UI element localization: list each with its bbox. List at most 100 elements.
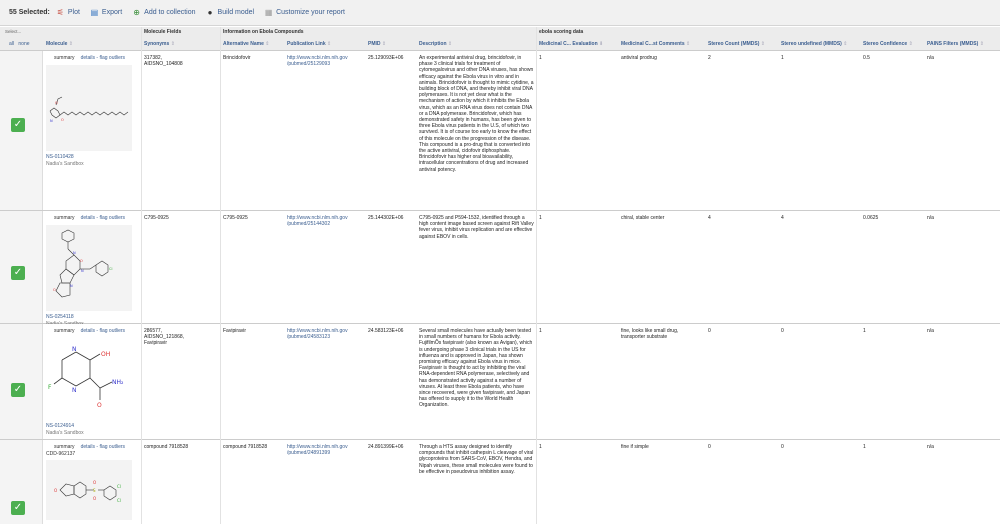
group-ebola-scoring: ebola scoring data xyxy=(539,29,584,35)
svg-text:N: N xyxy=(70,284,73,288)
details-link[interactable]: details - flag outliers xyxy=(81,444,125,450)
svg-text:S: S xyxy=(93,488,96,493)
col-stereo-confidence[interactable]: Stereo Confidence ⇕ xyxy=(860,38,924,50)
col-description[interactable]: Description ⇕ xyxy=(416,38,536,50)
description-cell: An experimental antiviral drug, brincido… xyxy=(419,55,534,173)
col-stereo-undefined[interactable]: Stereo undefined (MMDS) ⇕ xyxy=(778,38,860,50)
synonyms-cell: C795-0925 xyxy=(144,215,169,221)
plot-button[interactable]: ⚟ Plot xyxy=(56,8,80,17)
med-comments-cell: fine, looks like small drug, transporter… xyxy=(621,328,679,341)
col-molecule[interactable]: Molecule ⇕ xyxy=(43,38,141,50)
compound-id[interactable]: NS-0110428 xyxy=(46,154,138,160)
svg-text:OH: OH xyxy=(101,351,110,358)
alt-name-cell: Brincidofovir xyxy=(223,55,251,61)
table-row: ✓ summary details - flag outliers O O N N… xyxy=(0,51,1000,211)
pains-cell: n/a xyxy=(927,328,934,334)
select-label: Select... xyxy=(5,29,22,34)
row-checkbox[interactable]: ✓ xyxy=(11,118,25,132)
svg-text:Cl: Cl xyxy=(117,498,121,503)
add-to-collection-button[interactable]: ⊕ Add to collection xyxy=(132,8,195,17)
svg-text:O: O xyxy=(61,118,64,122)
pains-cell: n/a xyxy=(927,215,934,221)
selected-count: 55 Selected: xyxy=(9,9,50,16)
svg-text:Cl: Cl xyxy=(117,484,121,489)
col-pains[interactable]: PAINS Filters (MMDS) ⇕ xyxy=(924,38,1000,50)
details-link[interactable]: details - flag outliers xyxy=(81,215,125,221)
summary-link[interactable]: summary xyxy=(54,55,75,61)
pub-link[interactable]: http://www.ncbi.nlm.nih.gov /pubmed/2458… xyxy=(284,328,348,340)
description-cell: C795-0925 and P594-1532, identified thro… xyxy=(419,215,534,240)
export-button[interactable]: ▤ Export xyxy=(90,8,123,17)
stereo-count-cell: 2 xyxy=(708,55,711,61)
compound-id[interactable]: NS-0254118 xyxy=(46,314,138,320)
customize-report-button[interactable]: ▦ Customize your report xyxy=(264,8,345,17)
build-model-button[interactable]: ● Build model xyxy=(206,8,255,17)
molecule-structure[interactable]: O S O O Cl Cl xyxy=(46,460,132,520)
table-row: ✓ summary details - flag outliers N O N … xyxy=(0,211,1000,327)
summary-link[interactable]: summary xyxy=(54,215,75,221)
svg-text:N: N xyxy=(81,269,84,273)
toolbar: 55 Selected: ⚟ Plot ▤ Export ⊕ Add to colle… xyxy=(0,0,1000,26)
svg-text:O: O xyxy=(93,496,96,501)
details-link[interactable]: details - flag outliers xyxy=(81,55,125,61)
build-model-icon: ● xyxy=(207,8,213,17)
row-checkbox[interactable]: ✓ xyxy=(11,266,25,280)
alt-name-cell: compound 7918528 xyxy=(223,444,268,450)
row-checkbox[interactable]: ✓ xyxy=(11,501,25,515)
col-med-eval[interactable]: Medicinal C... Evaluation ⬇ xyxy=(536,38,618,50)
col-med-comments[interactable]: Medicinal C...st Comments ⇕ xyxy=(618,38,705,50)
pub-link[interactable]: http://www.ncbi.nlm.nih.gov /pubmed/2512… xyxy=(284,55,348,67)
svg-text:O: O xyxy=(97,402,102,409)
compound-id[interactable]: NS-0124914 xyxy=(46,423,138,429)
pub-link[interactable]: http://www.ncbi.nlm.nih.gov /pubmed/2514… xyxy=(284,215,348,227)
export-icon: ▤ xyxy=(90,8,99,17)
summary-link[interactable]: summary xyxy=(54,444,75,450)
synonyms-cell: 286577, AIDSNO_121868, Favipiravir xyxy=(144,328,185,347)
select-all-link[interactable]: all xyxy=(9,41,14,47)
alt-name-cell: Favipiravir xyxy=(223,328,247,334)
table-row: ✓ summary details - flag outliers CDD-962… xyxy=(0,440,1000,524)
synonyms-cell: compound 7918528 xyxy=(144,444,189,450)
description-cell: Through a HTS assay designed to identify… xyxy=(419,444,534,475)
summary-link[interactable]: summary xyxy=(54,328,75,334)
med-comments-cell: fine if simple xyxy=(621,444,649,450)
pub-link[interactable]: http://www.ncbi.nlm.nih.gov /pubmed/2489… xyxy=(284,444,348,456)
svg-text:F: F xyxy=(48,384,52,391)
svg-text:N: N xyxy=(72,346,77,353)
pmid-cell: 24.891399E+06 xyxy=(368,444,404,450)
structure-drawing: O O N xyxy=(49,96,129,123)
molecule-structure[interactable]: O O N xyxy=(46,65,132,151)
svg-text:O: O xyxy=(53,288,56,292)
stereo-undefined-cell: 0 xyxy=(781,444,784,450)
compound-code: CDD-962137 xyxy=(46,451,76,457)
stereo-count-cell: 0 xyxy=(708,328,711,334)
svg-text:N: N xyxy=(73,251,76,255)
molecule-cell: summary details - flag outliers N O N Cl… xyxy=(43,211,141,327)
pains-cell: n/a xyxy=(927,444,934,450)
col-pub-link[interactable]: Publication Link ⇕ xyxy=(284,38,365,50)
stereo-confidence-cell: 1 xyxy=(863,444,866,450)
svg-text:N: N xyxy=(50,119,53,123)
stereo-undefined-cell: 4 xyxy=(781,215,784,221)
select-none-link[interactable]: none xyxy=(18,41,29,47)
col-synonyms[interactable]: Synonyms ⇕ xyxy=(141,38,220,50)
vault-name: Nadia's Sandbox xyxy=(46,430,84,436)
svg-text:N: N xyxy=(72,387,77,394)
molecule-cell: summary details - flag outliers N N OH F… xyxy=(43,324,141,439)
col-alt-name[interactable]: Alternative Name ⇕ xyxy=(220,38,284,50)
alt-name-cell: C795-0925 xyxy=(223,215,248,221)
group-molecule-fields: Molecule Fields xyxy=(144,29,182,35)
table-row: ✓ summary details - flag outliers N N OH… xyxy=(0,324,1000,440)
molecule-structure[interactable]: N N OH F O NH₂ xyxy=(46,338,132,420)
description-cell: Several small molecules have actually be… xyxy=(419,328,533,409)
svg-text:NH₂: NH₂ xyxy=(112,379,124,386)
svg-text:Cl: Cl xyxy=(109,267,112,271)
row-checkbox[interactable]: ✓ xyxy=(11,383,25,397)
col-stereo-count[interactable]: Stereo Count (MMDS) ⇕ xyxy=(705,38,778,50)
structure-drawing: N N OH F O NH₂ xyxy=(48,346,124,409)
select-links: all none xyxy=(9,40,33,48)
molecule-structure[interactable]: N O N Cl O N xyxy=(46,225,132,311)
details-link[interactable]: details - flag outliers xyxy=(81,328,125,334)
col-pmid[interactable]: PMID ⇕ xyxy=(365,38,416,50)
structure-drawing: N O N Cl O N xyxy=(53,229,112,298)
